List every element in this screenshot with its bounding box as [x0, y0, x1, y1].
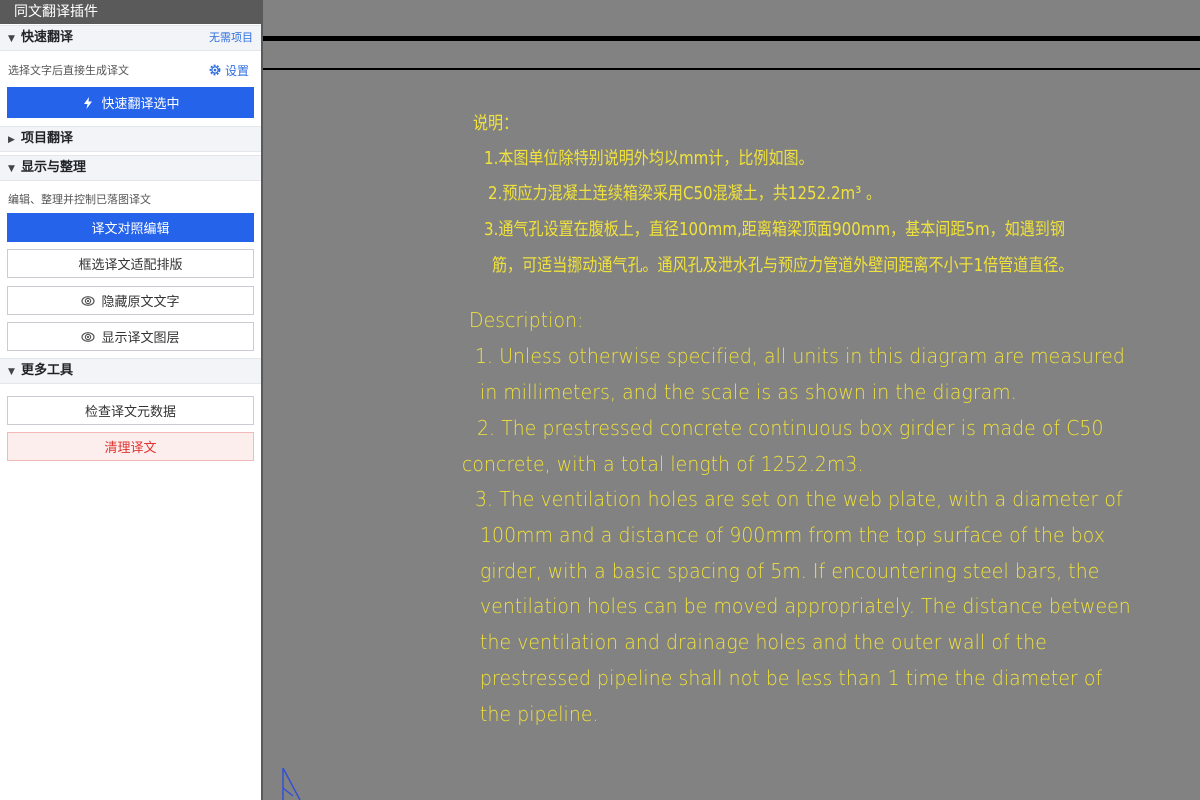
translation-compare-edit-button[interactable]: 译文对照编辑: [7, 213, 254, 242]
cad-text-en-line[interactable]: prestressed pipeline shall not be less t…: [480, 666, 1102, 690]
clear-translation-label: 清理译文: [104, 441, 157, 456]
cad-text-en-line[interactable]: the pipeline.: [480, 702, 599, 726]
drawing-border-line: [263, 36, 1200, 41]
chevron-down-icon: ▼: [8, 367, 15, 377]
cad-text-en-line[interactable]: 2. The prestressed concrete continuous b…: [477, 416, 1104, 440]
gear-icon: [209, 64, 221, 76]
settings-link[interactable]: 设置: [208, 63, 249, 79]
ucs-icon: [282, 767, 301, 800]
cad-text-cn-line[interactable]: 3.通气孔设置在腹板上，直径100mm,距离箱梁顶面900mm，基本间距5m，如…: [484, 216, 1065, 241]
section-project-translate-label: 项目翻译: [21, 131, 74, 146]
eye-icon: [81, 331, 96, 342]
fit-layout-label: 框选译文适配排版: [78, 258, 183, 273]
cad-text-en-line[interactable]: 100mm and a distance of 900mm from the t…: [480, 523, 1105, 547]
show-translation-layer-button[interactable]: 显示译文图层: [7, 322, 254, 351]
section-project-translate[interactable]: ▶ 项目翻译: [0, 126, 261, 152]
cad-text-en-line[interactable]: girder, with a basic spacing of 5m. If e…: [480, 559, 1099, 583]
show-translation-layer-label: 显示译文图层: [101, 331, 180, 346]
quick-translate-selected-button[interactable]: 快速翻译选中: [7, 87, 254, 118]
cad-text-en-line[interactable]: ventilation holes can be moved appropria…: [480, 594, 1131, 618]
cad-text-en-line[interactable]: 3. The ventilation holes are set on the …: [475, 487, 1123, 511]
section-more-tools[interactable]: ▼ 更多工具: [0, 358, 261, 384]
section-more-tools-label: 更多工具: [21, 363, 74, 378]
fit-layout-button[interactable]: 框选译文适配排版: [7, 249, 254, 278]
panel-title: 同文翻译插件: [0, 0, 261, 24]
section-display-organize[interactable]: ▼ 显示与整理: [0, 155, 261, 181]
chevron-down-icon: ▼: [8, 164, 15, 174]
section-display-organize-label: 显示与整理: [21, 160, 87, 175]
settings-label: 设置: [225, 64, 250, 78]
translation-plugin-panel: 同文翻译插件 ▼ 快速翻译 无需项目 选择文字后直接生成译文 设置 快速翻译选中 …: [0, 0, 263, 800]
eye-icon: [81, 295, 96, 306]
no-project-badge: 无需项目: [209, 31, 253, 44]
check-metadata-label: 检查译文元数据: [84, 405, 176, 420]
hide-source-text-button[interactable]: 隐藏原文文字: [7, 286, 254, 315]
lightning-icon: [84, 96, 93, 109]
cad-text-en-heading[interactable]: Description:: [469, 308, 584, 332]
cad-text-en-line[interactable]: in millimeters, and the scale is as show…: [480, 380, 1017, 404]
cad-text-cn-line[interactable]: 1.本图单位除特别说明外均以mm计，比例如图。: [484, 145, 814, 170]
cad-text-cn-line[interactable]: 筋，可适当挪动通气孔。通风孔及泄水孔与预应力管道外壁间距离不小于1倍管道直径。: [492, 252, 1073, 277]
quick-translate-hint: 选择文字后直接生成译文: [8, 64, 129, 77]
cad-text-cn-line[interactable]: 2.预应力混凝土连续箱梁采用C50混凝土，共1252.2m³ 。: [488, 180, 881, 205]
cad-text-en-line[interactable]: 1. Unless otherwise specified, all units…: [475, 344, 1125, 368]
display-organize-hint: 编辑、整理并控制已落图译文: [8, 193, 151, 206]
section-quick-translate-label: 快速翻译: [21, 30, 74, 45]
cad-text-en-line[interactable]: concrete, with a total length of 1252.2m…: [462, 452, 864, 476]
cad-text-cn-heading[interactable]: 说明：: [473, 110, 518, 135]
drawing-canvas[interactable]: 说明： 1.本图单位除特别说明外均以mm计，比例如图。 2.预应力混凝土连续箱梁…: [263, 0, 1200, 800]
quick-translate-selected-label: 快速翻译选中: [101, 97, 180, 112]
hide-source-text-label: 隐藏原文文字: [101, 295, 180, 310]
drawing-border-line-thin: [263, 68, 1200, 70]
clear-translation-button[interactable]: 清理译文: [7, 432, 254, 461]
check-metadata-button[interactable]: 检查译文元数据: [7, 396, 254, 425]
chevron-right-icon: ▶: [8, 135, 15, 145]
section-quick-translate[interactable]: ▼ 快速翻译 无需项目: [0, 25, 261, 51]
chevron-down-icon: ▼: [8, 34, 15, 44]
cad-text-en-line[interactable]: the ventilation and drainage holes and t…: [480, 630, 1047, 654]
translation-compare-edit-label: 译文对照编辑: [91, 222, 170, 237]
